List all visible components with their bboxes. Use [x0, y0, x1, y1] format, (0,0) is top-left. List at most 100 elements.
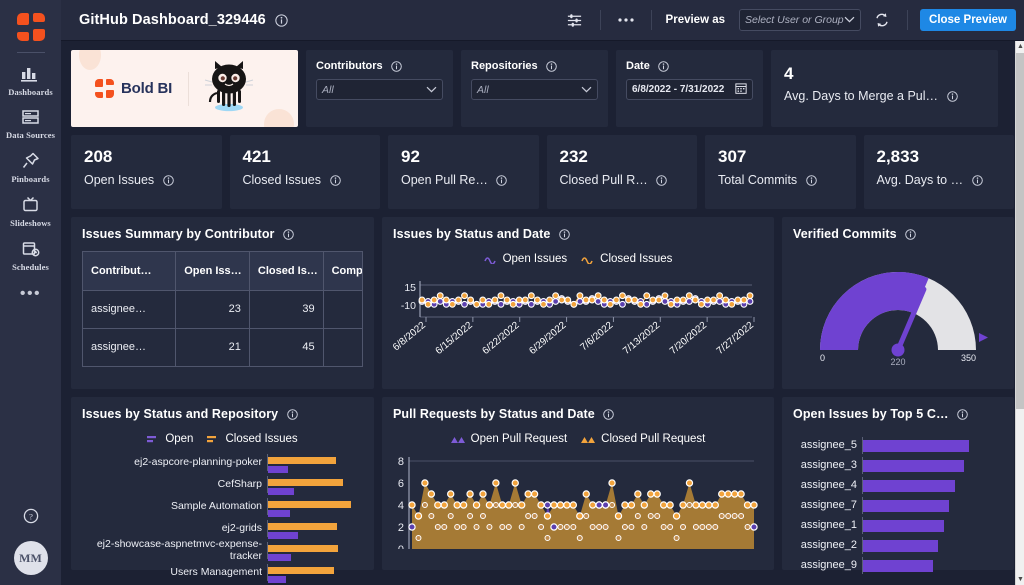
bar-open-issues [863, 480, 955, 492]
col-contributor[interactable]: Contribut… [83, 252, 176, 290]
data-point-lower [442, 525, 447, 530]
top5-bar-row[interactable]: assignee_1 [782, 515, 1014, 535]
col-completion[interactable]: Completi [323, 252, 363, 290]
bar-closed-issues [268, 523, 337, 530]
info-icon[interactable] [656, 175, 667, 186]
top5-bar-row[interactable]: assignee_2 [782, 535, 1014, 555]
data-point-closed [668, 301, 674, 307]
data-point-closed-pull-request [532, 491, 538, 497]
data-point-closed [571, 301, 577, 307]
date-range-input[interactable]: 6/8/2022 - 7/31/2022 [626, 79, 753, 100]
data-point-closed-pull-request [673, 513, 679, 519]
data-point-lower [603, 525, 608, 530]
vertical-scrollbar[interactable]: ▲ ▼ [1015, 41, 1024, 585]
top5-bar-row[interactable]: assignee_9 [782, 555, 1014, 575]
data-point-lower [584, 514, 589, 519]
widget-title-text: Issues Summary by Contributor [82, 227, 275, 241]
banner-divider [188, 72, 189, 106]
kpi-label: Open Issues [84, 173, 222, 187]
col-closed-issues[interactable]: Closed Is… [249, 252, 323, 290]
data-point-closed [656, 297, 662, 303]
info-icon[interactable] [905, 229, 916, 240]
repo-bar-group[interactable]: Users Management [71, 561, 374, 583]
refresh-icon[interactable] [869, 7, 895, 33]
legend-item-open-issues[interactable]: Open Issues [484, 253, 568, 265]
info-icon[interactable] [603, 409, 614, 420]
avatar[interactable]: MM [14, 541, 48, 575]
scrollbar-thumb[interactable] [1016, 53, 1024, 409]
repo-bar-group[interactable]: ej2-grids [71, 517, 374, 539]
data-point-closed [456, 297, 462, 303]
info-icon[interactable] [391, 61, 402, 72]
repositories-dropdown[interactable]: All [471, 79, 598, 100]
help-circle-icon[interactable]: ? [23, 508, 39, 529]
repo-bar-track [267, 476, 374, 493]
close-preview-button[interactable]: Close Preview [920, 9, 1016, 31]
repo-category-label: ej2-aspcore-planning-poker [71, 456, 267, 468]
col-open-issues[interactable]: Open Iss… [176, 252, 250, 290]
sidebar-item-slideshows[interactable]: Slideshows [0, 189, 61, 233]
repo-bar-group[interactable]: CefSharp [71, 473, 374, 495]
bar-closed-issues [268, 545, 338, 552]
legend-item-closed-issues[interactable]: Closed Issues [207, 433, 297, 445]
info-icon[interactable] [283, 229, 294, 240]
info-icon[interactable] [806, 175, 817, 186]
scroll-up-arrow[interactable]: ▲ [1016, 41, 1024, 52]
sidebar-item-dashboards[interactable]: Dashboards [0, 59, 61, 102]
data-point-closed-pull-request [441, 502, 447, 508]
info-icon[interactable] [546, 61, 557, 72]
data-point-lower [687, 503, 692, 508]
kpi-label: Avg. Days to Merge a Pul… [784, 89, 998, 103]
legend-item-closed-issues[interactable]: Closed Issues [581, 253, 672, 265]
top5-bar-row[interactable]: assignee_7 [782, 495, 1014, 515]
kpi-label-text: Avg. Days to … [877, 173, 964, 187]
info-icon[interactable] [287, 409, 298, 420]
info-icon[interactable] [559, 229, 570, 240]
top5-bar-row[interactable]: assignee_5 [782, 435, 1014, 455]
info-icon[interactable] [330, 175, 341, 186]
issues-summary-table[interactable]: Contribut… Open Iss… Closed Is… Completi… [82, 251, 363, 367]
bold-bi-logo-icon[interactable] [16, 12, 46, 42]
data-point-closed-pull-request [661, 502, 667, 508]
data-point-closed [613, 297, 619, 303]
info-icon[interactable] [275, 14, 288, 27]
kpi-label-text: Closed Pull R… [560, 173, 648, 187]
bar-chart-icon [21, 66, 41, 83]
info-icon[interactable] [163, 175, 174, 186]
table-row[interactable]: assignee… 21 45 68.18 [83, 328, 363, 366]
sidebar-item-data-sources[interactable]: Data Sources [0, 102, 61, 145]
top-toolbar: GitHub Dashboard_329446 Preview as Selec… [61, 0, 1024, 41]
sidebar-more-button[interactable]: ••• [20, 285, 41, 303]
data-point-lower [674, 536, 679, 541]
repo-bar-group[interactable]: ej2-showcase-aspnetmvc-expense-tracker [71, 539, 374, 561]
chart-legend: Open Closed Issues [71, 433, 374, 445]
data-point-lower [706, 525, 711, 530]
legend-item-open-pull-request[interactable]: Open Pull Request [451, 433, 568, 445]
sidebar-item-pinboards[interactable]: Pinboards [0, 145, 61, 189]
repo-bar-group[interactable]: Sample Automation [71, 495, 374, 517]
info-icon[interactable] [496, 175, 507, 186]
table-row[interactable]: assignee… 23 39 62.90 [83, 290, 363, 328]
kpi-label-text: Closed Issues [243, 173, 322, 187]
data-point-lower [713, 525, 718, 530]
contributors-dropdown[interactable]: All [316, 79, 443, 100]
data-point-closed-pull-request [751, 502, 757, 508]
top5-bar-row[interactable]: assignee_3 [782, 455, 1014, 475]
sliders-icon[interactable] [562, 7, 588, 33]
top5-bar-row[interactable]: assignee_4 [782, 475, 1014, 495]
select-user-or-group-dropdown[interactable]: Select User or Group [739, 9, 861, 31]
info-icon[interactable] [658, 61, 669, 72]
info-icon[interactable] [972, 175, 983, 186]
x-tick-label: 7/13/2022 [621, 320, 662, 357]
data-point-closed [425, 301, 431, 307]
ellipsis-icon[interactable] [613, 7, 639, 33]
sidebar-item-schedules[interactable]: Schedules [0, 233, 61, 277]
data-point-closed-pull-request [732, 491, 738, 497]
info-icon[interactable] [957, 409, 968, 420]
legend-item-open[interactable]: Open [147, 433, 193, 445]
top5-bar-track [862, 477, 1000, 494]
legend-item-closed-pull-request[interactable]: Closed Pull Request [581, 433, 705, 445]
scroll-down-arrow[interactable]: ▼ [1016, 574, 1024, 585]
info-icon[interactable] [947, 91, 958, 102]
repo-bar-group[interactable]: ej2-aspcore-planning-poker [71, 451, 374, 473]
